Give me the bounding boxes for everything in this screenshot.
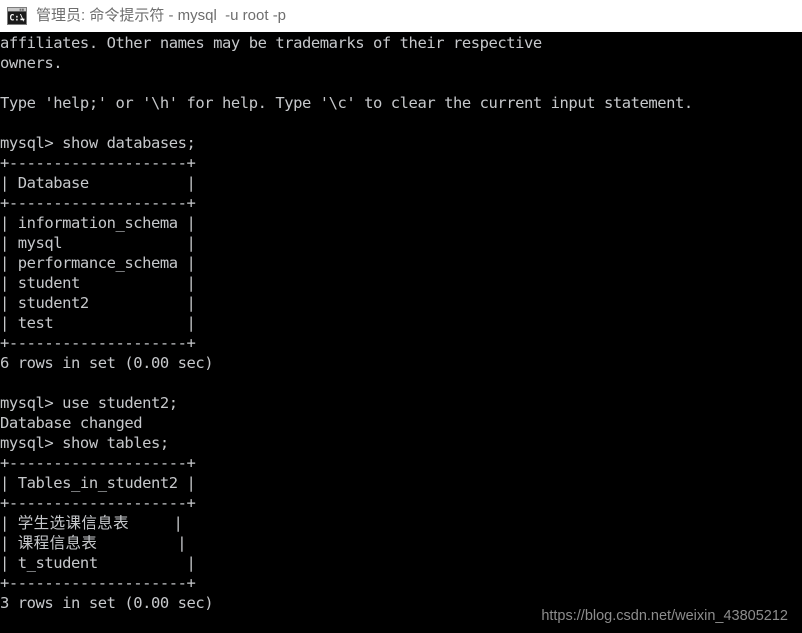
console-line: +--------------------+ xyxy=(0,494,196,512)
console-line: | Tables_in_student2 | xyxy=(0,474,196,492)
console-line: mysql> use student2; xyxy=(0,394,178,412)
command-prompt-window: C:\ 管理员: 命令提示符 - mysql -u root -p affili… xyxy=(0,0,802,633)
console-line: | performance_schema | xyxy=(0,254,196,272)
console-line: +--------------------+ xyxy=(0,574,196,592)
console-line: | test | xyxy=(0,314,196,332)
console-line: | t_student | xyxy=(0,554,196,572)
console-line: Type 'help;' or '\h' for help. Type '\c'… xyxy=(0,94,693,112)
console-line: affiliates. Other names may be trademark… xyxy=(0,34,542,52)
console-line: | information_schema | xyxy=(0,214,196,232)
console-line: +--------------------+ xyxy=(0,194,196,212)
console-output-area[interactable]: affiliates. Other names may be trademark… xyxy=(0,32,802,633)
console-line: | mysql | xyxy=(0,234,196,252)
console-line: +--------------------+ xyxy=(0,154,196,172)
console-line: | Database | xyxy=(0,174,196,192)
svg-text:C:\: C:\ xyxy=(9,12,24,22)
console-line: | 课程信息表 | xyxy=(0,534,187,552)
console-line: | 学生选课信息表 | xyxy=(0,514,183,532)
console-text: affiliates. Other names may be trademark… xyxy=(0,32,693,613)
console-line: +--------------------+ xyxy=(0,454,196,472)
console-line: mysql> show tables; xyxy=(0,434,169,452)
window-titlebar[interactable]: C:\ 管理员: 命令提示符 - mysql -u root -p xyxy=(0,0,802,32)
console-line: owners. xyxy=(0,54,63,72)
cmd-console-icon: C:\ xyxy=(7,6,27,25)
console-line: Database changed xyxy=(0,414,143,432)
console-line: mysql> show databases; xyxy=(0,134,196,152)
console-line: 6 rows in set (0.00 sec) xyxy=(0,354,214,372)
watermark-url: https://blog.csdn.net/weixin_43805212 xyxy=(541,608,788,624)
console-line: | student | xyxy=(0,274,196,292)
console-line: +--------------------+ xyxy=(0,334,196,352)
window-title-text: 管理员: 命令提示符 - mysql -u root -p xyxy=(36,6,287,24)
console-line: | student2 | xyxy=(0,294,196,312)
